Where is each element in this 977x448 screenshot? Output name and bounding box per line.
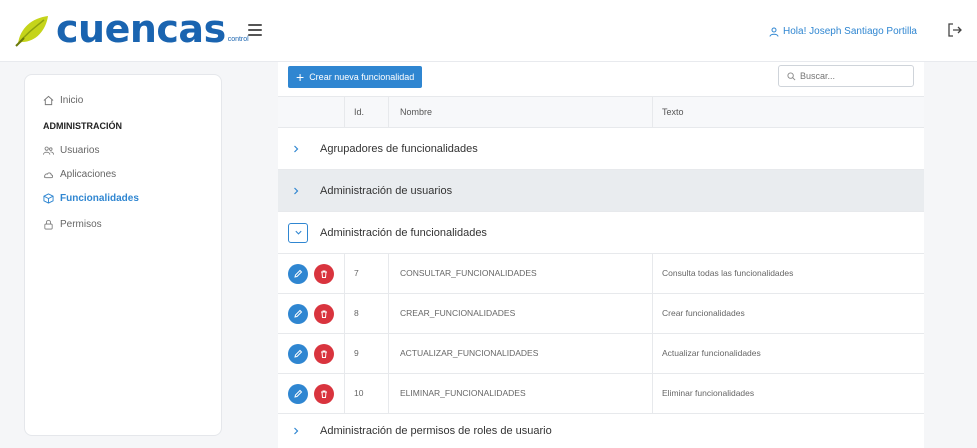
users-icon xyxy=(43,146,54,155)
cell-nombre: ACTUALIZAR_FUNCIONALIDADES xyxy=(400,348,539,358)
logo-text: cuencas xyxy=(56,7,226,51)
sidebar-item-label: Usuarios xyxy=(60,145,100,156)
pencil-icon xyxy=(294,309,303,318)
cell-nombre: CONSULTAR_FUNCIONALIDADES xyxy=(400,268,537,278)
group-row-agrupadores[interactable]: Agrupadores de funcionalidades xyxy=(278,128,924,170)
menu-toggle-icon[interactable] xyxy=(248,24,262,36)
group-label: Administración de usuarios xyxy=(320,184,453,197)
logout-icon[interactable] xyxy=(947,22,963,38)
plus-icon: + xyxy=(296,69,305,85)
trash-icon xyxy=(321,270,327,278)
group-row-permisos-roles[interactable]: Administración de permisos de roles de u… xyxy=(278,414,924,448)
sidebar-item-label: Permisos xyxy=(60,219,102,230)
cloud-icon xyxy=(43,172,54,179)
trash-icon xyxy=(321,390,327,398)
table-row: 9 ACTUALIZAR_FUNCIONALIDADES Actualizar … xyxy=(278,334,924,374)
edit-button[interactable] xyxy=(288,344,308,364)
cell-id: 9 xyxy=(354,348,359,358)
chevron-right-icon[interactable] xyxy=(292,184,310,198)
pencil-icon xyxy=(294,389,303,398)
cell-texto: Consulta todas las funcionalidades xyxy=(662,268,794,278)
cell-texto: Eliminar funcionalidades xyxy=(662,388,755,398)
table-row: 7 CONSULTAR_FUNCIONALIDADES Consulta tod… xyxy=(278,254,924,294)
column-header-nombre[interactable]: Nombre xyxy=(400,107,432,117)
user-icon xyxy=(769,27,779,37)
edit-button[interactable] xyxy=(288,264,308,284)
trash-icon xyxy=(321,350,327,358)
create-functionality-label: Crear nueva funcionalidad xyxy=(309,72,415,82)
cell-nombre: ELIMINAR_FUNCIONALIDADES xyxy=(400,388,526,398)
sidebar-item-inicio[interactable]: Inicio xyxy=(43,95,83,106)
pencil-icon xyxy=(294,349,303,358)
box-icon xyxy=(43,193,54,204)
home-icon xyxy=(43,95,54,106)
chevron-right-icon[interactable] xyxy=(292,142,310,156)
cell-texto: Crear funcionalidades xyxy=(662,308,745,318)
cell-id: 7 xyxy=(354,268,359,278)
lock-icon xyxy=(44,220,53,230)
pencil-icon xyxy=(294,269,303,278)
sidebar-item-label: Aplicaciones xyxy=(60,169,117,180)
group-row-funcionalidades[interactable]: Administración de funcionalidades xyxy=(278,212,924,254)
group-label: Agrupadores de funcionalidades xyxy=(320,142,478,155)
cell-texto: Actualizar funcionalidades xyxy=(662,348,761,358)
group-row-usuarios[interactable]: Administración de usuarios xyxy=(278,170,924,212)
chevron-right-icon[interactable] xyxy=(292,424,310,438)
app-logo[interactable]: cuencas control xyxy=(14,8,249,48)
column-header-texto[interactable]: Texto xyxy=(662,107,684,117)
sidebar-item-label: Inicio xyxy=(60,95,84,106)
search-input[interactable] xyxy=(800,71,900,81)
cell-id: 10 xyxy=(354,388,364,398)
top-header: cuencas control Hola! Joseph Santiago Po… xyxy=(0,0,977,62)
user-greeting-text: Hola! Joseph Santiago Portilla xyxy=(783,26,917,37)
user-greeting[interactable]: Hola! Joseph Santiago Portilla xyxy=(769,26,917,37)
delete-button[interactable] xyxy=(314,304,334,324)
trash-icon xyxy=(321,310,327,318)
delete-button[interactable] xyxy=(314,264,334,284)
leaf-icon xyxy=(15,16,48,47)
table-row: 8 CREAR_FUNCIONALIDADES Crear funcionali… xyxy=(278,294,924,334)
sidebar-item-funcionalidades[interactable]: Funcionalidades xyxy=(43,193,139,204)
edit-button[interactable] xyxy=(288,304,308,324)
chevron-down-icon[interactable] xyxy=(288,222,308,243)
main-panel: + Crear nueva funcionalidad Id. Nombre T… xyxy=(278,62,924,448)
sidebar-item-label: Funcionalidades xyxy=(60,193,139,204)
column-header-id[interactable]: Id. xyxy=(354,107,364,117)
search-icon xyxy=(787,71,796,80)
table-row: 10 ELIMINAR_FUNCIONALIDADES Eliminar fun… xyxy=(278,374,924,414)
edit-button[interactable] xyxy=(288,384,308,404)
table-header: Id. Nombre Texto xyxy=(278,96,924,128)
sidebar-item-permisos[interactable]: Permisos xyxy=(43,219,102,230)
logo-subtext: control xyxy=(227,36,249,43)
group-label: Administración de permisos de roles de u… xyxy=(320,425,552,437)
cell-id: 8 xyxy=(354,308,359,318)
sidebar: Inicio ADMINISTRACIÓN Usuarios Aplicacio… xyxy=(24,74,222,436)
group-label: Administración de funcionalidades xyxy=(320,226,487,239)
sidebar-item-usuarios[interactable]: Usuarios xyxy=(43,145,99,156)
cell-nombre: CREAR_FUNCIONALIDADES xyxy=(400,308,516,318)
delete-button[interactable] xyxy=(314,384,334,404)
sidebar-section-title: ADMINISTRACIÓN xyxy=(43,121,122,131)
sidebar-item-aplicaciones[interactable]: Aplicaciones xyxy=(43,169,116,180)
create-functionality-button[interactable]: + Crear nueva funcionalidad xyxy=(288,66,423,88)
search-box[interactable] xyxy=(778,65,914,87)
delete-button[interactable] xyxy=(314,344,334,364)
